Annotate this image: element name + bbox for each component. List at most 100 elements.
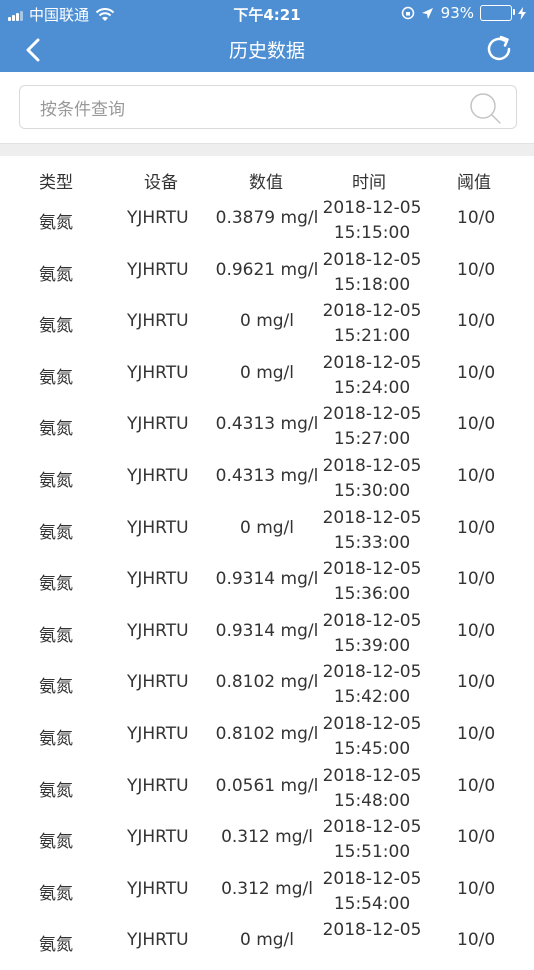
cell-time-clock: 15:36:00	[333, 584, 411, 605]
cell-threshold: 10/0	[457, 465, 496, 486]
cell-value: 0.9314 mg/l	[215, 569, 319, 590]
refresh-icon[interactable]	[484, 34, 514, 64]
cell-type: 氨氮	[39, 470, 73, 491]
cell-device: YJHRTU	[127, 259, 189, 280]
cell-time-date: 2018-12-05	[322, 559, 422, 580]
cell-device: YJHRTU	[127, 465, 189, 486]
cell-time-date: 2018-12-05	[322, 249, 422, 270]
cell-value: 0 mg/l	[239, 517, 295, 538]
table-row[interactable]: 氨氮 YJHRTU 0.312 mg/l 10/0 2018-12-05 15:51:00	[0, 815, 534, 867]
cell-time-date: 2018-12-05	[322, 817, 422, 838]
battery-icon	[480, 5, 515, 21]
cell-time-clock: 15:42:00	[333, 687, 411, 708]
table-row[interactable]: 氨氮 YJHRTU 0.8102 mg/l 10/0 2018-12-05 15:42:0…	[0, 660, 534, 712]
cell-type: 氨氮	[39, 213, 73, 233]
cell-value: 0.8102 mg/l	[215, 723, 319, 744]
cell-time: 2018-12-05 15:24:00	[320, 351, 424, 401]
cell-type: 氨氮	[39, 625, 73, 646]
cell-time: 2018-12-05 15:45:00	[320, 712, 424, 762]
cell-time-clock: 15:33:00	[333, 532, 411, 553]
cell-time-date: 2018-12-05	[322, 610, 422, 631]
cell-type: 氨氮	[39, 780, 73, 801]
cell-type: 氨氮	[39, 419, 73, 440]
cell-value: 0 mg/l	[239, 311, 295, 332]
cell-time: 2018-12-05 15:18:00	[320, 248, 424, 298]
cell-type: 氨氮	[39, 677, 73, 698]
cell-time-date: 2018-12-05	[322, 455, 422, 476]
cell-type: 氨氮	[39, 522, 73, 543]
table-row[interactable]: 氨氮 YJHRTU 0.312 mg/l 10/0 2018-12-05 15:54:00	[0, 867, 534, 919]
status-bar: 中国联通 下午4:21 93%	[0, 0, 534, 28]
app-header: 中国联通 下午4:21 93% 历史数据	[0, 0, 534, 72]
cell-type: 氨氮	[39, 264, 73, 285]
cell-device: YJHRTU	[127, 569, 189, 590]
cell-value: 0.9621 mg/l	[215, 259, 319, 280]
cell-time-clock: 15:39:00	[333, 635, 411, 656]
cell-threshold: 10/0	[457, 208, 496, 228]
cell-device: YJHRTU	[127, 775, 189, 796]
nav-bar: 历史数据	[0, 28, 534, 72]
cell-threshold: 10/0	[457, 311, 496, 332]
cell-threshold: 10/0	[457, 672, 496, 693]
table-row[interactable]: 氨氮 YJHRTU 0.3879 mg/l 10/0 2018-12-05 15:15:0…	[0, 196, 534, 248]
cell-threshold: 10/0	[457, 723, 496, 744]
table-row[interactable]: 氨氮 YJHRTU 0 mg/l 10/0 2018-12-05	[0, 918, 534, 970]
cell-value: 0.9314 mg/l	[215, 620, 319, 641]
header-time: 时间	[352, 173, 386, 193]
table-row[interactable]: 氨氮 YJHRTU 0.9314 mg/l 10/0 2018-12-05 15:36:0…	[0, 557, 534, 609]
cell-time: 2018-12-05 15:48:00	[320, 764, 424, 814]
cell-time-date: 2018-12-05	[322, 920, 422, 941]
cell-time-clock: 15:15:00	[333, 223, 411, 243]
cell-time: 2018-12-05 15:33:00	[320, 506, 424, 556]
cell-time-clock: 15:45:00	[333, 738, 411, 759]
cell-threshold: 10/0	[457, 620, 496, 641]
table-row[interactable]: 氨氮 YJHRTU 0.0561 mg/l 10/0 2018-12-05 15:48:0…	[0, 764, 534, 816]
cell-device: YJHRTU	[127, 620, 189, 641]
cell-type: 氨氮	[39, 316, 73, 337]
cell-value: 0.0561 mg/l	[215, 775, 319, 796]
header-threshold: 阈值	[457, 173, 491, 193]
cell-time-date: 2018-12-05	[322, 713, 422, 734]
table-row[interactable]: 氨氮 YJHRTU 0.9314 mg/l 10/0 2018-12-05 15:39:0…	[0, 609, 534, 661]
search-input[interactable]: 按条件查询	[19, 85, 517, 129]
orientation-lock-icon	[401, 6, 414, 20]
cell-device: YJHRTU	[127, 311, 189, 332]
cell-threshold: 10/0	[457, 569, 496, 590]
cell-time-clock: 15:30:00	[333, 480, 411, 501]
cell-time-clock: 15:48:00	[333, 790, 411, 811]
cell-threshold: 10/0	[457, 517, 496, 538]
cell-time-date: 2018-12-05	[322, 662, 422, 683]
cell-value: 0.3879 mg/l	[215, 208, 319, 228]
cell-type: 氨氮	[39, 883, 73, 904]
location-arrow-icon	[421, 7, 433, 19]
table-row[interactable]: 氨氮 YJHRTU 0 mg/l 10/0 2018-12-05 15:24:00	[0, 351, 534, 403]
cell-threshold: 10/0	[457, 827, 496, 848]
section-divider	[0, 143, 534, 156]
cell-value: 0.312 mg/l	[221, 878, 313, 899]
cell-value: 0.312 mg/l	[221, 827, 313, 848]
table-row[interactable]: 氨氮 YJHRTU 0.4313 mg/l 10/0 2018-12-05 15:27:0…	[0, 402, 534, 454]
header-value: 数值	[249, 173, 283, 193]
cell-time: 2018-12-05 15:39:00	[320, 609, 424, 659]
cell-type: 氨氮	[39, 728, 73, 749]
cell-threshold: 10/0	[457, 878, 496, 899]
cell-time-clock: 15:54:00	[333, 893, 411, 914]
cell-device: YJHRTU	[127, 723, 189, 744]
table-row[interactable]: 氨氮 YJHRTU 0 mg/l 10/0 2018-12-05 15:33:00	[0, 506, 534, 558]
table-row[interactable]: 氨氮 YJHRTU 0.9621 mg/l 10/0 2018-12-05 15:18:0…	[0, 248, 534, 300]
cell-time-date: 2018-12-05	[322, 507, 422, 528]
cell-threshold: 10/0	[457, 775, 496, 796]
cell-time: 2018-12-05 15:15:00	[320, 196, 424, 246]
cell-time: 2018-12-05	[320, 918, 424, 943]
cell-time: 2018-12-05 15:27:00	[320, 402, 424, 452]
status-right: 93%	[401, 4, 526, 22]
cell-time-date: 2018-12-05	[322, 301, 422, 322]
cell-time-clock: 15:24:00	[333, 377, 411, 398]
table-row[interactable]: 氨氮 YJHRTU 0.4313 mg/l 10/0 2018-12-05 15:30:0…	[0, 454, 534, 506]
cell-time-clock: 15:27:00	[333, 429, 411, 450]
cell-device: YJHRTU	[127, 414, 189, 435]
search-icon[interactable]	[468, 91, 502, 125]
cell-value: 0 mg/l	[239, 362, 295, 383]
table-row[interactable]: 氨氮 YJHRTU 0 mg/l 10/0 2018-12-05 15:21:00	[0, 299, 534, 351]
table-row[interactable]: 氨氮 YJHRTU 0.8102 mg/l 10/0 2018-12-05 15:45:0…	[0, 712, 534, 764]
